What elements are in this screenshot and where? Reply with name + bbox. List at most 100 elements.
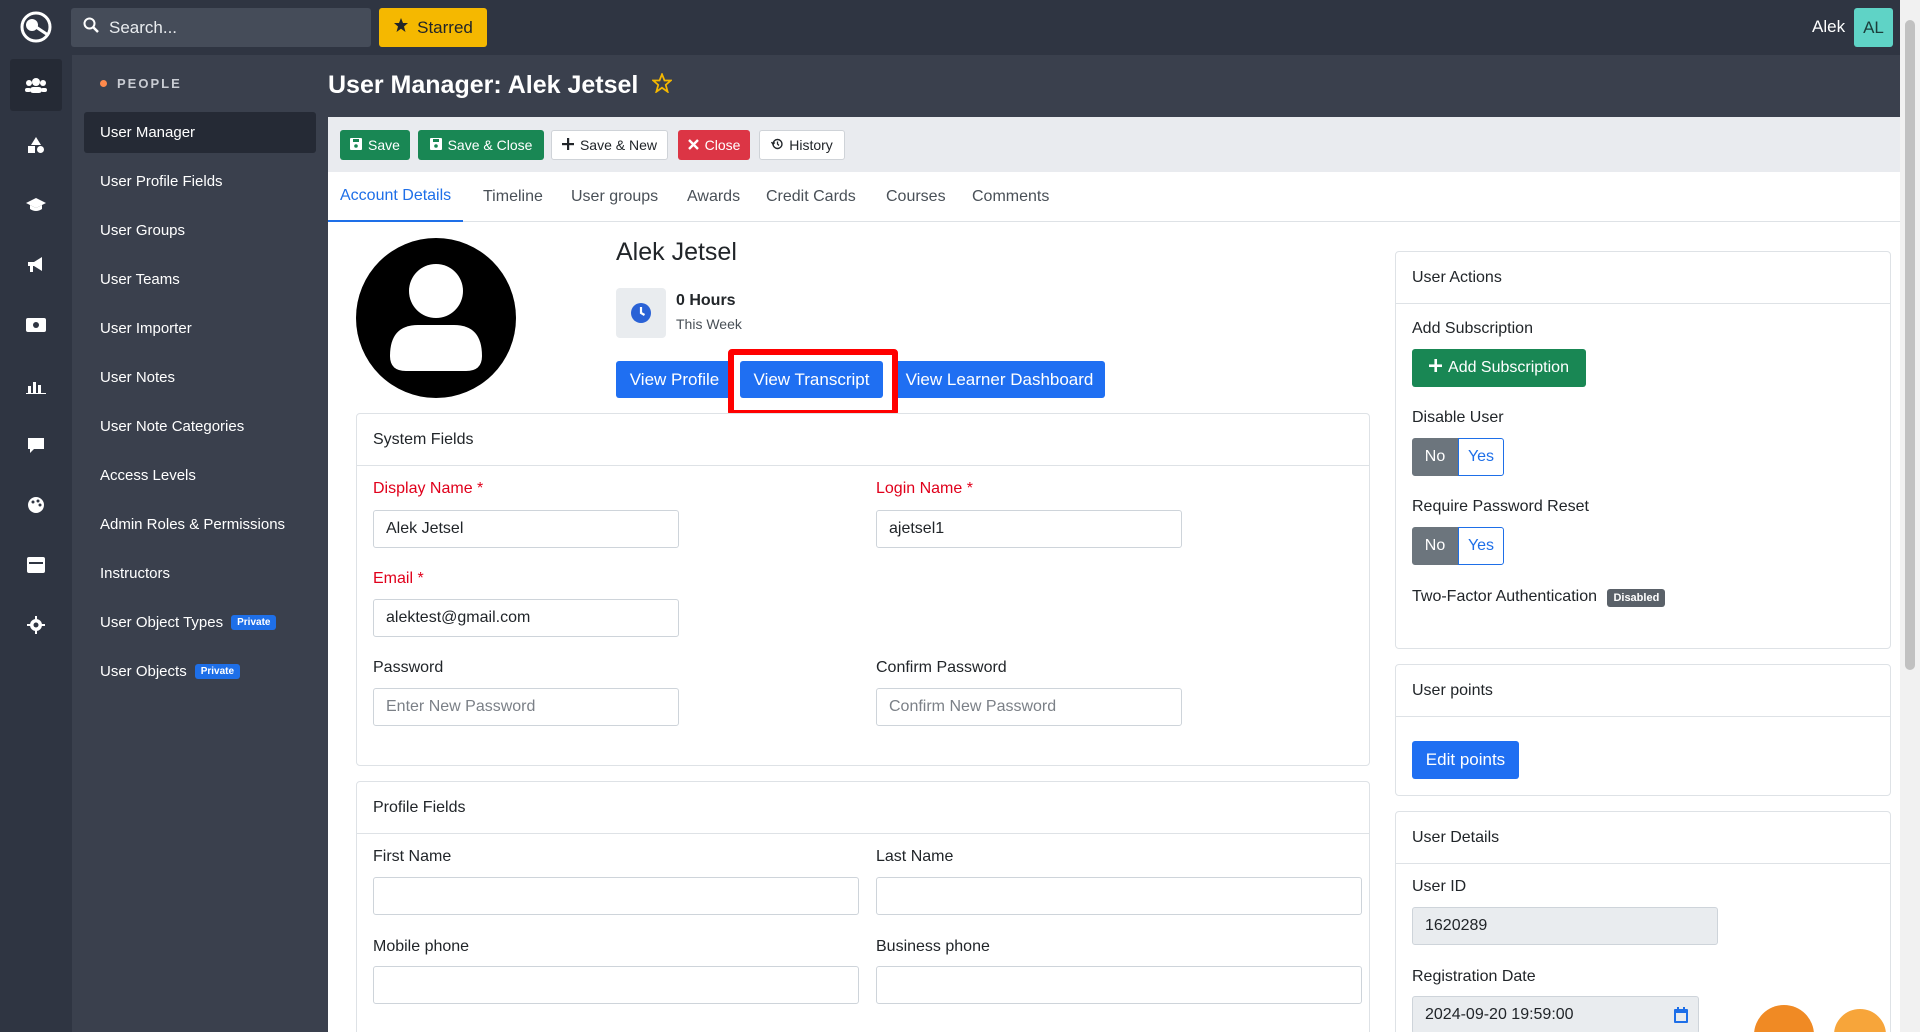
starred-label: Starred [417,17,473,37]
toolbar: Save Save & Close Save & New Close Histo… [328,117,1900,172]
tab-comments[interactable]: Comments [972,172,1049,222]
avatar[interactable]: AL [1854,8,1893,47]
comment-icon[interactable] [10,419,62,471]
registration-date-field[interactable]: 2024-09-20 19:59:00 [1412,996,1699,1032]
sidebar-item-access-levels[interactable]: Access Levels [84,455,316,496]
mobile-phone-label: Mobile phone [373,938,470,955]
plus-icon [561,137,574,153]
display-name-label: Display Name * [373,480,484,497]
page-header: User Manager: Alek Jetsel [328,55,1900,117]
two-factor-label: Two-Factor Authentication Disabled [1412,588,1666,607]
calendar-icon[interactable] [1674,1007,1688,1028]
password-label: Password [373,659,444,676]
highlight-box [728,349,898,416]
scrollbar[interactable] [1900,0,1920,1032]
sidebar-section-label: PEOPLE [100,76,182,91]
disable-user-label: Disable User [1412,409,1504,426]
sidebar-item-user-groups[interactable]: User Groups [84,210,316,251]
chart-icon[interactable] [10,359,62,411]
people-icon[interactable] [10,59,62,111]
history-button[interactable]: History [759,130,845,160]
tab-awards[interactable]: Awards [687,172,740,222]
star-outline-icon[interactable] [651,71,674,100]
sidebar-item-user-importer[interactable]: User Importer [84,308,316,349]
calendar-icon[interactable] [10,539,62,591]
sidebar-item-user-manager[interactable]: User Manager [84,112,316,153]
palette-icon[interactable] [10,479,62,531]
shapes-icon[interactable] [10,119,62,171]
confirm-password-label: Confirm Password [876,659,1007,676]
user-id-label: User ID [1412,878,1467,895]
user-points-card: User points Edit points [1395,664,1891,796]
app-logo-icon[interactable] [20,11,52,43]
require-reset-toggle: No Yes [1412,527,1504,565]
scrollbar-thumb[interactable] [1905,20,1915,670]
search-input[interactable]: Search... [71,8,371,47]
sidebar: PEOPLE User Manager User Profile Fields … [72,55,328,1032]
gear-icon[interactable] [10,599,62,651]
email-field[interactable]: alektest@gmail.com [373,599,679,637]
save-new-button[interactable]: Save & New [551,130,668,160]
sidebar-item-user-teams[interactable]: User Teams [84,259,316,300]
registration-date-label: Registration Date [1412,968,1536,985]
floppy-disk-icon [350,137,363,153]
sidebar-item-user-object-types[interactable]: User Object Types Private [84,602,316,643]
sidebar-item-user-objects[interactable]: User Objects Private [84,651,316,692]
tab-user-groups[interactable]: User groups [571,172,658,222]
user-name[interactable]: Alek [1812,17,1845,37]
require-reset-yes[interactable]: Yes [1458,527,1504,565]
disable-user-yes[interactable]: Yes [1458,438,1504,476]
business-phone-label: Business phone [876,938,990,955]
require-reset-no[interactable]: No [1412,527,1458,565]
sidebar-item-admin-roles[interactable]: Admin Roles & Permissions [84,504,316,545]
last-name-label: Last Name [876,848,954,865]
login-name-field[interactable]: ajetsel1 [876,510,1182,548]
private-badge: Private [194,664,241,679]
tab-courses[interactable]: Courses [886,172,946,222]
disable-user-toggle: No Yes [1412,438,1504,476]
sidebar-item-user-notes[interactable]: User Notes [84,357,316,398]
view-learner-dashboard-button[interactable]: View Learner Dashboard [894,361,1105,398]
confirm-password-field[interactable]: Confirm New Password [876,688,1182,726]
floppy-disk-icon [429,137,442,153]
two-factor-status-badge: Disabled [1607,589,1666,607]
sidebar-item-user-profile-fields[interactable]: User Profile Fields [84,161,316,202]
sidebar-item-user-note-categories[interactable]: User Note Categories [84,406,316,447]
password-field[interactable]: Enter New Password [373,688,679,726]
search-placeholder: Search... [109,17,178,37]
tab-bar: Account Details Timeline User groups Awa… [328,172,1900,222]
graduation-cap-icon[interactable] [10,179,62,231]
first-name-field[interactable] [373,877,859,915]
email-label: Email * [373,570,424,587]
starred-button[interactable]: Starred [379,8,487,47]
private-badge: Private [231,615,277,630]
last-name-field[interactable] [876,877,1362,915]
edit-points-button[interactable]: Edit points [1412,741,1519,779]
close-icon [687,137,699,153]
profile-avatar-icon [356,238,516,398]
save-close-button[interactable]: Save & Close [418,130,544,160]
money-icon[interactable] [10,299,62,351]
add-subscription-button[interactable]: Add Subscription [1412,349,1586,387]
hours-period: This Week [676,316,742,332]
section-dot-icon [100,80,107,87]
tab-credit-cards[interactable]: Credit Cards [766,172,856,222]
save-button[interactable]: Save [340,130,410,160]
close-button[interactable]: Close [678,130,750,160]
profile-name: Alek Jetsel [616,238,737,266]
disable-user-no[interactable]: No [1412,438,1458,476]
tab-timeline[interactable]: Timeline [483,172,543,222]
hours-value: 0 Hours [676,292,736,309]
view-profile-button[interactable]: View Profile [616,361,733,398]
mobile-phone-field[interactable] [373,966,859,1004]
display-name-field[interactable]: Alek Jetsel [373,510,679,548]
plus-icon [1429,359,1443,377]
profile-fields-card: Profile Fields First Name Last Name Mobi… [356,781,1370,1032]
megaphone-icon[interactable] [10,239,62,291]
search-icon [83,17,99,38]
tab-account-details[interactable]: Account Details [328,172,464,222]
star-icon [393,17,409,38]
add-subscription-label: Add Subscription [1412,320,1533,337]
business-phone-field[interactable] [876,966,1362,1004]
sidebar-item-instructors[interactable]: Instructors [84,553,316,594]
